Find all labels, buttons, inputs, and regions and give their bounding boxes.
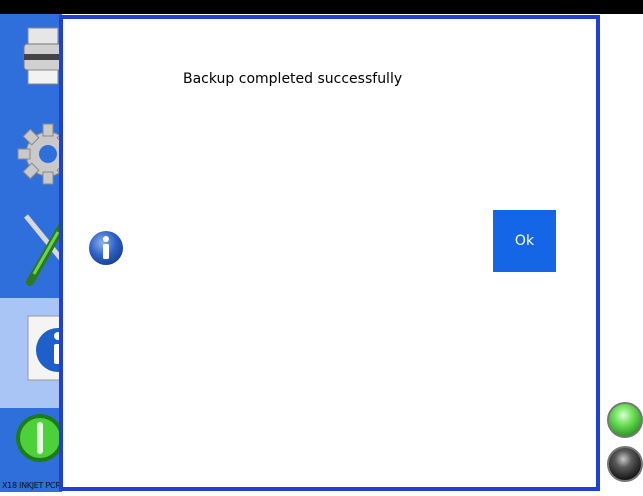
info-icon <box>89 231 123 265</box>
info-icon <box>27 315 80 381</box>
power-icon <box>16 414 64 462</box>
tools-icon <box>24 214 66 286</box>
black-status-light <box>607 446 643 482</box>
top-bar <box>0 0 643 14</box>
dialog-message: Backup completed successfully <box>183 71 403 87</box>
ok-button[interactable]: Ok <box>493 210 556 272</box>
printer-icon <box>23 27 63 85</box>
green-status-light <box>607 402 643 438</box>
sidebar-item-settings[interactable] <box>0 106 79 202</box>
sidebar-item-tools[interactable] <box>0 202 66 298</box>
sidebar-item-power[interactable] <box>0 408 64 492</box>
gear-icon <box>17 123 79 185</box>
message-dialog: Backup completed successfully Ok <box>59 15 600 491</box>
sidebar-item-info[interactable] <box>0 298 80 408</box>
sidebar-item-printer[interactable] <box>0 14 63 106</box>
